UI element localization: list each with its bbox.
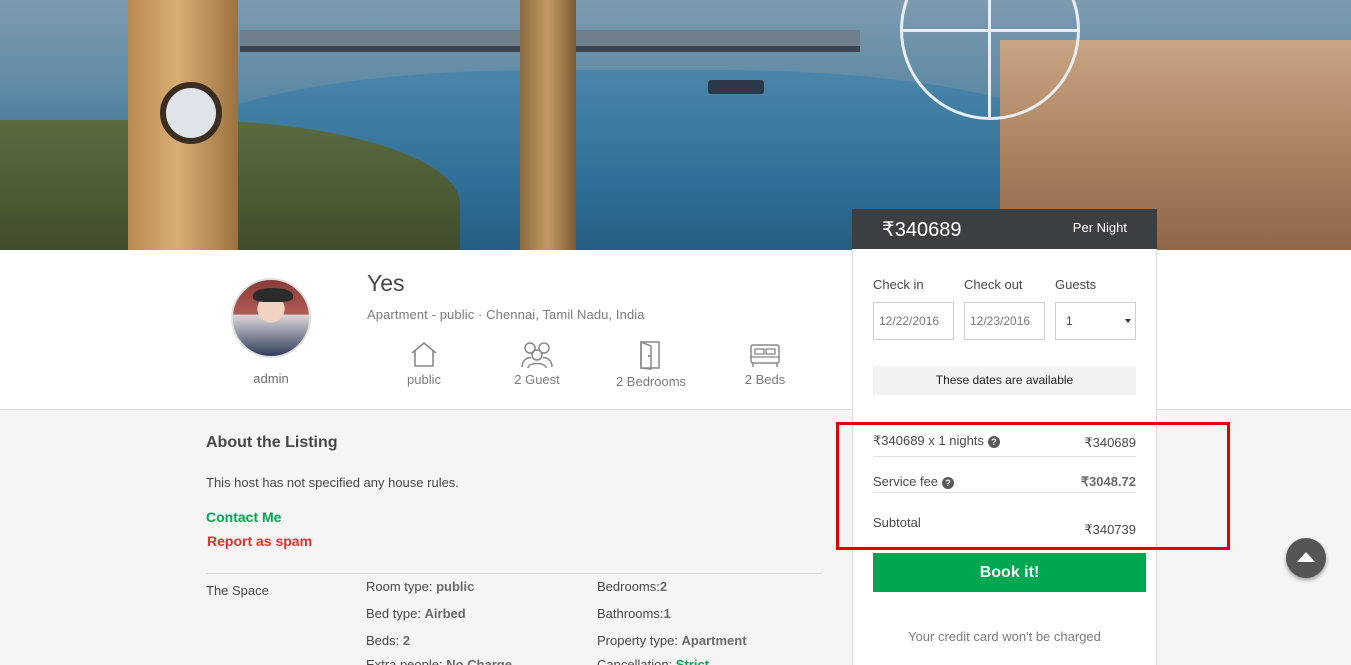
spec-bathrooms: Bathrooms:1 xyxy=(597,606,671,621)
feature-bedrooms: 2 Bedrooms xyxy=(596,340,706,389)
nightly-price: ₹340689 xyxy=(882,219,962,241)
spec-cancellation: Cancellation: Strict xyxy=(597,657,710,665)
listing-subtitle: Apartment - public · Chennai, Tamil Nadu… xyxy=(367,307,645,322)
section-divider xyxy=(206,573,822,574)
dropdown-caret-icon xyxy=(1125,319,1131,323)
spec-property-type: Property type: Apartment xyxy=(597,633,747,648)
availability-notice: These dates are available xyxy=(873,366,1136,395)
spec-room-type: Room type: public xyxy=(366,579,475,594)
contact-me-link[interactable]: Contact Me xyxy=(206,509,281,525)
feature-beds: 2 Beds xyxy=(710,340,820,387)
highlight-box xyxy=(836,422,1230,550)
spec-bedrooms: Bedrooms:2 xyxy=(597,579,668,594)
avatar[interactable] xyxy=(231,278,311,358)
check-in-field[interactable] xyxy=(873,302,954,340)
guests-selected-value: 1 xyxy=(1066,314,1073,328)
space-section-label: The Space xyxy=(206,583,269,598)
no-charge-note: Your credit card won't be charged xyxy=(908,629,1101,644)
spec-bed-type: Bed type: Airbed xyxy=(366,606,466,621)
about-title: About the Listing xyxy=(206,434,338,451)
house-icon xyxy=(411,341,437,367)
feature-guests: 2 Guest xyxy=(482,340,592,387)
scroll-to-top-button[interactable] xyxy=(1286,538,1326,578)
bed-icon xyxy=(750,344,780,367)
check-out-label: Check out xyxy=(964,277,1023,292)
listing-title: Yes xyxy=(367,270,405,296)
guests-select[interactable]: 1 xyxy=(1055,302,1136,340)
guests-label: Guests xyxy=(1055,277,1097,292)
check-in-label: Check in xyxy=(873,277,924,292)
per-night-label: Per Night xyxy=(1072,220,1127,235)
arrow-up-icon xyxy=(1297,552,1315,562)
price-bar: ₹340689 Per Night xyxy=(852,209,1157,249)
spec-beds: Beds: 2 xyxy=(366,633,411,648)
book-button[interactable]: Book it! xyxy=(873,553,1146,592)
report-spam-link[interactable]: Report as spam xyxy=(207,533,312,549)
feature-label: 2 Bedrooms xyxy=(615,374,687,389)
check-out-field[interactable] xyxy=(964,302,1045,340)
house-rules-text: This host has not specified any house ru… xyxy=(206,475,459,490)
feature-label: public xyxy=(407,372,441,387)
feature-room-type: public xyxy=(369,340,479,387)
door-icon xyxy=(640,340,660,370)
guests-icon xyxy=(521,342,553,368)
spec-extra-people: Extra people: No Charge xyxy=(366,657,512,665)
host-name[interactable]: admin xyxy=(231,371,311,386)
feature-label: 2 Guest xyxy=(514,372,560,387)
feature-label: 2 Beds xyxy=(744,372,786,387)
